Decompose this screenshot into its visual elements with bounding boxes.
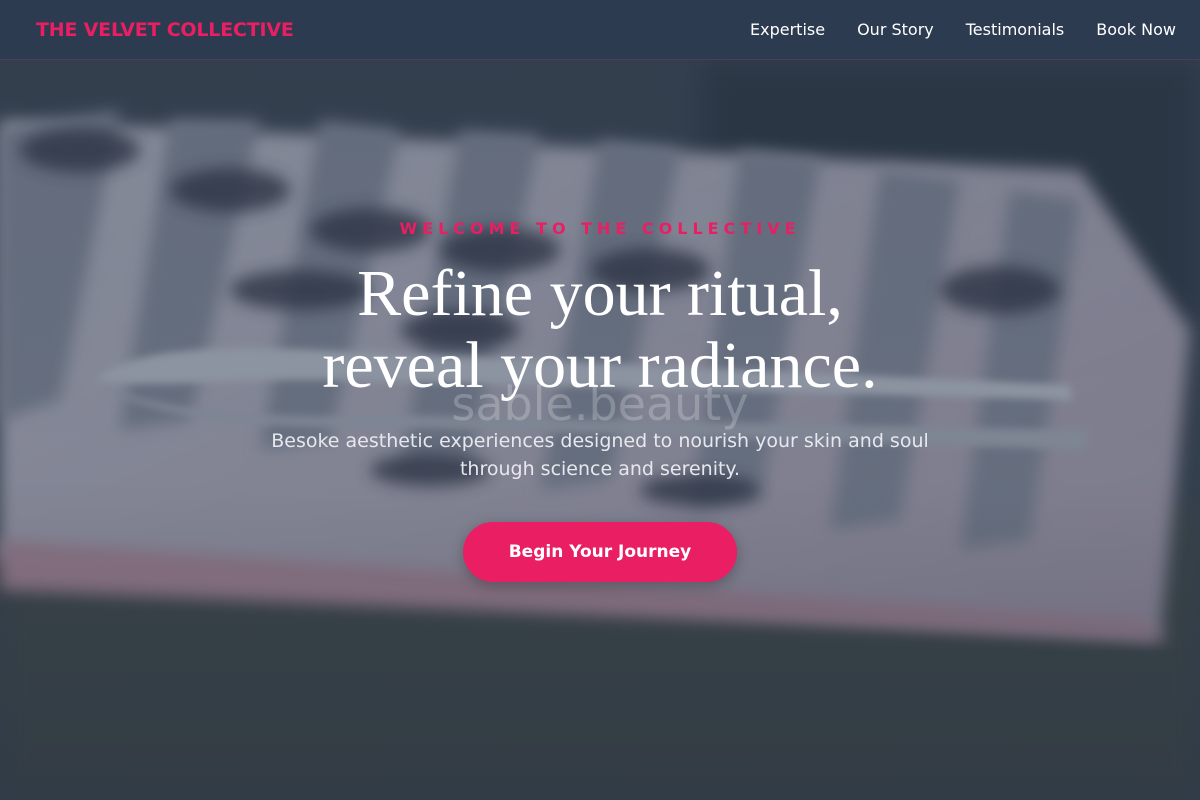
hero-headline-line-1: Refine your ritual, — [357, 257, 843, 330]
begin-journey-button[interactable]: Begin Your Journey — [463, 522, 737, 582]
hero-eyebrow: WELCOME TO THE COLLECTIVE — [399, 219, 801, 238]
brand-logo[interactable]: THE VELVET COLLECTIVE — [36, 19, 294, 41]
nav-link-book-now[interactable]: Book Now — [1096, 20, 1176, 39]
nav-link-our-story[interactable]: Our Story — [857, 20, 934, 39]
hero-headline: Refine your ritual, reveal your radiance… — [0, 258, 1200, 402]
hero-headline-line-2: reveal your radiance. — [322, 329, 878, 402]
hero-subtext: Besoke aesthetic experiences designed to… — [271, 430, 929, 480]
site-header: THE VELVET COLLECTIVE Expertise Our Stor… — [0, 0, 1200, 60]
main-nav: Expertise Our Story Testimonials Book No… — [750, 20, 1176, 39]
nav-link-testimonials[interactable]: Testimonials — [966, 20, 1065, 39]
hero-section: sable.beauty WELCOME TO THE COLLECTIVE R… — [0, 0, 1200, 800]
nav-link-expertise[interactable]: Expertise — [750, 20, 825, 39]
